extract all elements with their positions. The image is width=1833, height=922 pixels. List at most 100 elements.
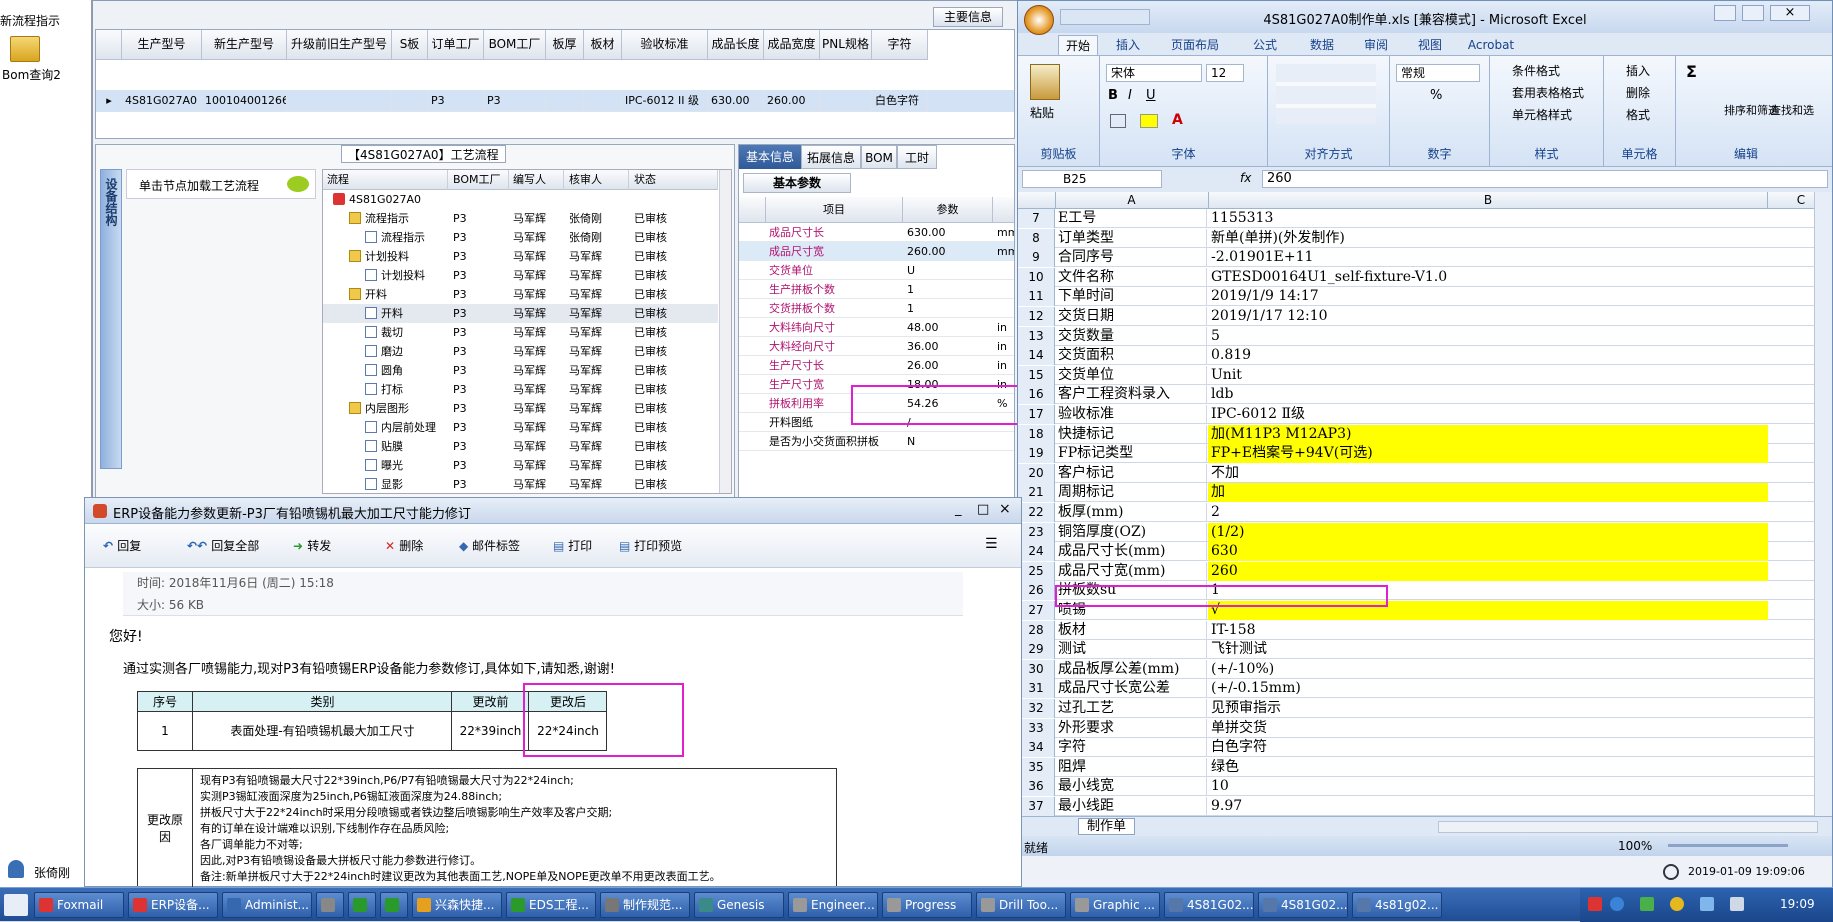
paste-label[interactable]: 粘贴 (1030, 104, 1054, 121)
sheet-tab[interactable]: 制作单 (1078, 818, 1136, 835)
print-button[interactable]: ▤ 打印 (553, 532, 592, 560)
minimize-button[interactable]: _ (955, 502, 962, 517)
tree-row[interactable]: 内层图形 P3 马军辉 马军辉 已审核 (323, 399, 718, 418)
cell-b[interactable]: 新单(单拼)(外发制作) (1208, 229, 1768, 248)
column-header[interactable]: 生产型号 (122, 30, 202, 60)
taskbar-button[interactable]: EDS工程... (506, 892, 596, 918)
tree-row[interactable]: 内层前处理 P3 马军辉 马军辉 已审核 (323, 418, 718, 437)
delete-button[interactable]: 删除 (1626, 84, 1650, 101)
table-format-button[interactable]: 套用表格格式 (1512, 84, 1584, 101)
cell-b[interactable]: GTESD00164U1_self-fixture-V1.0 (1208, 268, 1768, 287)
tree-row[interactable]: 磨边 P3 马军辉 马军辉 已审核 (323, 342, 718, 361)
zoom-level[interactable]: 100% (1618, 839, 1652, 853)
cell-b[interactable]: 9.97 (1208, 797, 1768, 816)
row-number[interactable]: 10 (1018, 267, 1055, 287)
cell-b[interactable]: 2019/1/17 12:10 (1208, 307, 1768, 326)
cell-a[interactable]: 成品尺寸宽(mm) (1055, 561, 1207, 581)
taskbar-button[interactable]: Administ... (222, 892, 312, 918)
row-number[interactable]: 21 (1018, 483, 1055, 503)
param-row[interactable]: 大料经向尺寸 36.00 in (739, 337, 1014, 356)
grid-cell[interactable] (820, 90, 872, 112)
tab-param[interactable]: 拓展信息 (801, 145, 861, 169)
cell-b[interactable]: 1155313 (1208, 209, 1768, 228)
row-number[interactable]: 33 (1018, 718, 1055, 738)
cell-b[interactable]: -2.01901E+11 (1208, 248, 1768, 267)
row-number[interactable]: 14 (1018, 346, 1055, 366)
tree-row[interactable]: 贴膜 P3 马军辉 马军辉 已审核 (323, 437, 718, 456)
conditional-format-button[interactable]: 条件格式 (1512, 62, 1560, 79)
row-number[interactable]: 18 (1018, 424, 1055, 444)
cell-a[interactable]: 铜箔厚度(OZ) (1055, 522, 1207, 542)
paste-icon[interactable] (1030, 64, 1060, 100)
cell-b[interactable]: 加(M11P3 M12AP3) (1208, 424, 1768, 444)
alignment-icons[interactable] (1276, 64, 1376, 124)
tree-row[interactable]: 圆角 P3 马军辉 马军辉 已审核 (323, 361, 718, 380)
grid-cell[interactable]: 白色字符 (872, 90, 928, 112)
col-header-a[interactable]: A (1055, 192, 1207, 209)
sum-icon[interactable]: Σ (1686, 62, 1697, 81)
mail-tag-button[interactable]: ◆ 邮件标签 (459, 532, 520, 560)
col-header-c[interactable]: C (1788, 192, 1814, 209)
taskbar-button[interactable]: 制作规范... (600, 892, 690, 918)
desktop-icon-label[interactable]: 新流程指示 (0, 12, 60, 29)
cell-b[interactable]: 260 (1208, 561, 1768, 581)
row-number[interactable]: 29 (1018, 640, 1055, 660)
close-button[interactable]: × (999, 501, 1011, 517)
ribbon-tab[interactable]: 审阅 (1352, 35, 1400, 55)
row-number[interactable]: 12 (1018, 307, 1055, 326)
cell-a[interactable]: E工号 (1055, 209, 1207, 228)
param-row[interactable]: 成品尺寸长 630.00 mm (739, 223, 1014, 242)
tree-column-header[interactable]: 编写人 (509, 170, 564, 190)
cell-b[interactable]: (+/-0.15mm) (1208, 679, 1768, 698)
row-number[interactable]: 31 (1018, 679, 1055, 699)
cell-a[interactable]: 成品尺寸长宽公差 (1055, 679, 1207, 699)
cell-b[interactable]: (1/2) (1208, 522, 1768, 542)
cell-a[interactable]: 交货单位 (1055, 365, 1207, 385)
row-number[interactable]: 7 (1018, 209, 1055, 228)
grid-cell[interactable] (584, 90, 622, 112)
tree-row[interactable]: 开料 P3 马军辉 马军辉 已审核 (323, 304, 718, 323)
cell-a[interactable]: 交货日期 (1055, 307, 1207, 326)
print-preview-button[interactable]: ▤ 打印预览 (619, 532, 682, 560)
cell-b[interactable]: IPC-6012 Ⅱ级 (1208, 405, 1768, 424)
grid-cell[interactable]: 4S81G027A0 (122, 90, 202, 112)
tree-row[interactable]: 4S81G027A0 (323, 190, 718, 209)
param-value[interactable]: 1 (907, 299, 914, 318)
cell-b[interactable]: 白色字符 (1208, 738, 1768, 757)
cell-a[interactable]: 最小线宽 (1055, 777, 1207, 797)
format-button[interactable]: 格式 (1626, 106, 1650, 123)
cell-b[interactable]: 2019/1/9 14:17 (1208, 287, 1768, 306)
maximize-button[interactable]: □ (977, 502, 989, 517)
clock[interactable]: 19:09 (1780, 897, 1815, 911)
row-number[interactable]: 20 (1018, 463, 1055, 483)
cell-a[interactable]: 测试 (1055, 640, 1207, 660)
cell-a[interactable]: 交货面积 (1055, 346, 1207, 366)
cell-b[interactable]: 见预审指示 (1208, 699, 1768, 718)
tray-icon[interactable] (1588, 897, 1602, 911)
param-row[interactable]: 成品尺寸宽 260.00 mm (739, 242, 1014, 261)
cell-b[interactable]: (+/-10%) (1208, 660, 1768, 679)
horizontal-scrollbar[interactable] (1438, 821, 1818, 833)
cell-b[interactable]: 绿色 (1208, 758, 1768, 777)
row-number[interactable]: 35 (1018, 757, 1055, 777)
row-selector-icon[interactable]: ▸ (96, 90, 122, 112)
column-header[interactable]: 订单工厂 (428, 30, 484, 60)
tree-row[interactable]: 开料 P3 马军辉 马军辉 已审核 (323, 285, 718, 304)
forward-button[interactable]: ➜ 转发 (293, 532, 331, 560)
ribbon-tab[interactable]: 开始 (1058, 35, 1098, 55)
folder-icon[interactable] (10, 36, 40, 62)
tab-main-info[interactable]: 主要信息 (933, 7, 1003, 27)
taskbar-button[interactable]: 兴森快捷... (412, 892, 502, 918)
find-select-button[interactable]: 查找和选择 (1770, 102, 1814, 118)
cell-a[interactable]: 外形要求 (1055, 718, 1207, 738)
taskbar-button[interactable]: ERP设备... (128, 892, 218, 918)
italic-icon[interactable]: I (1128, 88, 1132, 103)
table-row[interactable]: ▸4S81G027A010010400126614 P3P3 IPC-6012 II… (96, 90, 1014, 112)
param-value[interactable]: 36.00 (907, 337, 939, 356)
column-header[interactable]: PNL规格 (820, 30, 872, 60)
grid-cell[interactable]: 630.00 (708, 90, 764, 112)
tree-row[interactable]: 计划投料 P3 马军辉 马军辉 已审核 (323, 266, 718, 285)
tab-param[interactable]: 工时 (897, 145, 937, 169)
tab-param[interactable]: BOM (861, 145, 897, 169)
tab-param[interactable]: 基本信息 (739, 145, 801, 169)
